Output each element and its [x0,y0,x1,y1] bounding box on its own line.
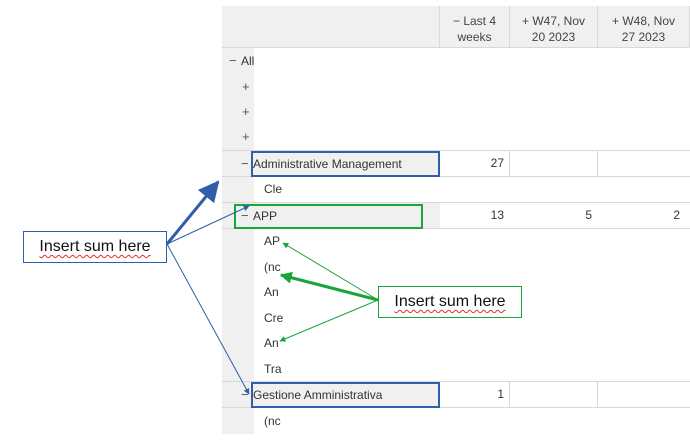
arrow-blue-app [166,205,250,245]
arrow-blue-gestione [166,243,250,395]
arrow-green-an [279,299,379,342]
callout-green: Insert sum here [378,286,522,318]
callout-text: Insert sum here [394,293,506,310]
callout-text: Insert sum here [39,238,151,255]
arrow-green-ap [282,242,379,301]
arrow-blue-admin [165,180,220,245]
callout-blue: Insert sum here [23,231,167,263]
arrow-green-nc [279,271,379,302]
annotation-arrows [165,180,379,395]
